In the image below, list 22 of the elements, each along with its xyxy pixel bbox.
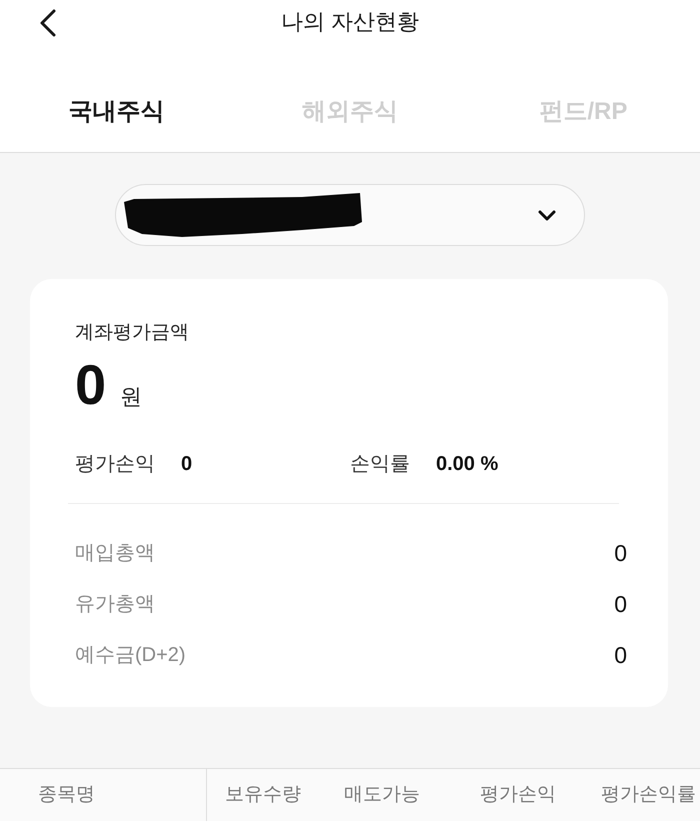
row-label: 유가총액 bbox=[75, 592, 155, 616]
row-value: 0 bbox=[614, 590, 627, 618]
column-header: 평가손익률 bbox=[601, 783, 696, 807]
stat-label: 평가손익 bbox=[75, 452, 155, 477]
column-header: 보유수량 bbox=[225, 783, 301, 807]
row-label: 매입총액 bbox=[75, 540, 155, 566]
row-value: 0 bbox=[614, 640, 627, 668]
column-header: 평가손익 bbox=[480, 783, 556, 807]
chevron-left-icon bbox=[39, 9, 57, 37]
row-label: 예수금(D+2) bbox=[75, 642, 186, 668]
column-header: 종목명 bbox=[38, 783, 95, 807]
column-header: 매도가능 bbox=[344, 783, 420, 807]
tab[interactable]: 국내주식 bbox=[68, 95, 165, 129]
summary-label: 계좌평가금액 bbox=[75, 321, 190, 345]
chevron-down-icon bbox=[538, 210, 556, 220]
stat-value: 0 bbox=[181, 452, 192, 477]
total-amount: 0 bbox=[75, 355, 106, 415]
stat-label: 손익률 bbox=[350, 452, 410, 477]
page-title: 나의 자산현황 bbox=[280, 8, 420, 36]
currency-unit: 원 bbox=[120, 383, 142, 411]
stat-value: 0.00 % bbox=[436, 452, 498, 477]
row-value: 0 bbox=[614, 538, 627, 566]
